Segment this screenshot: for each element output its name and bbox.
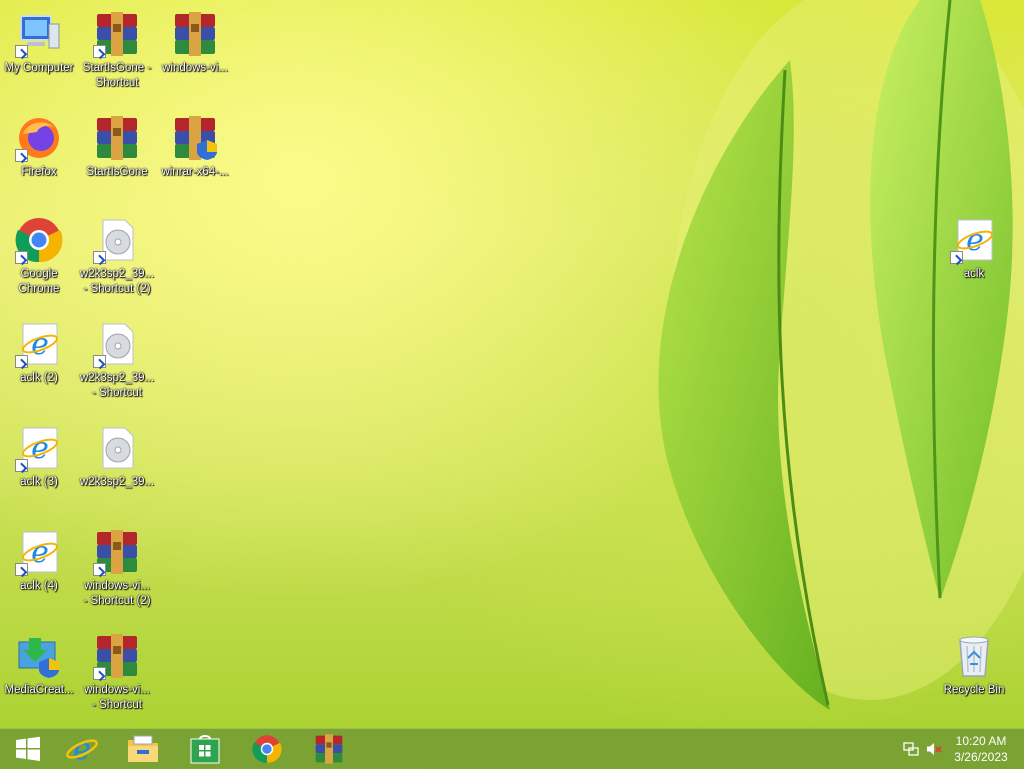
icon-label: windows-vi... - Shortcut (2): [83, 580, 151, 607]
desktop[interactable]: My Computer Firefox Google Chrome e aclk…: [0, 0, 1024, 728]
start-button[interactable]: [0, 729, 56, 769]
desktop-icon-w2k3-shortcut[interactable]: w2k3sp2_39... - Shortcut: [79, 320, 155, 401]
chrome-icon: [252, 735, 282, 763]
icon-label: winrar-x64-...: [161, 166, 229, 178]
icon-label: aclk (2): [20, 372, 58, 384]
internet-explorer-icon: e: [66, 732, 98, 766]
svg-text:e: e: [966, 223, 984, 258]
desktop-icon-aclk-2[interactable]: e aclk (2): [1, 320, 77, 386]
svg-text:e: e: [31, 431, 49, 466]
file-explorer-icon: [128, 735, 158, 762]
icon-label: MediaCreat...: [4, 684, 74, 696]
store-icon: [190, 735, 220, 764]
shortcut-arrow-icon: [93, 355, 106, 368]
volume-muted-icon: [927, 743, 942, 755]
network-button[interactable]: [900, 729, 922, 769]
taskbar-chrome[interactable]: [239, 729, 295, 769]
wallpaper-leaves: [658, 0, 1024, 710]
shortcut-arrow-icon: [93, 667, 106, 680]
icon-label: StartIsGone - Shortcut: [82, 62, 152, 89]
icon-label: windows-vi... - Shortcut: [84, 684, 150, 711]
svg-text:e: e: [73, 732, 91, 766]
icon-label: Firefox: [21, 166, 57, 178]
icon-label: aclk: [963, 268, 985, 280]
media-creation-tool-icon: [18, 638, 59, 678]
system-tray: 10:20 AM 3/26/2023: [900, 729, 1024, 769]
taskbar: e 10:20 AM 3/26/2023: [0, 728, 1024, 769]
winrar-archive-icon: [97, 116, 137, 160]
icon-label: My Computer: [4, 62, 74, 74]
desktop-icon-windows-vi[interactable]: windows-vi...: [157, 10, 233, 76]
shortcut-arrow-icon: [15, 563, 28, 576]
shortcut-arrow-icon: [15, 149, 28, 162]
shortcut-arrow-icon: [15, 355, 28, 368]
network-icon: [903, 742, 919, 756]
shortcut-arrow-icon: [15, 459, 28, 472]
desktop-icon-recycle-bin[interactable]: Recycle Bin: [936, 632, 1012, 698]
icon-label: windows-vi...: [162, 62, 228, 74]
svg-text:e: e: [31, 327, 49, 362]
desktop-icon-firefox[interactable]: Firefox: [1, 114, 77, 180]
taskbar-internet-explorer[interactable]: e: [54, 729, 110, 769]
shortcut-arrow-icon: [93, 45, 106, 58]
shortcut-arrow-icon: [93, 563, 106, 576]
desktop-icon-startisgone[interactable]: StartIsGone: [79, 114, 155, 180]
desktop-icon-windows-vi-shortcut-2[interactable]: windows-vi... - Shortcut (2): [79, 528, 155, 609]
taskbar-file-explorer[interactable]: [115, 729, 171, 769]
winrar-archive-icon: [175, 12, 215, 56]
start-icon: [16, 736, 40, 761]
icon-label: Recycle Bin: [943, 684, 1005, 696]
desktop-icon-aclk-4[interactable]: e aclk (4): [1, 528, 77, 594]
volume-button[interactable]: [922, 729, 946, 769]
desktop-icon-aclk[interactable]: e aclk: [936, 216, 1012, 282]
icon-label: w2k3sp2_39...: [79, 476, 155, 488]
recycle-bin-icon: [959, 636, 989, 677]
svg-text:e: e: [31, 535, 49, 570]
icon-label: w2k3sp2_39... - Shortcut (2): [79, 268, 155, 295]
winrar-installer-icon: [175, 116, 217, 160]
desktop-icon-aclk-3[interactable]: e aclk (3): [1, 424, 77, 490]
taskbar-store[interactable]: [177, 729, 233, 769]
desktop-icon-media-creation[interactable]: MediaCreat...: [1, 632, 77, 698]
icon-label: Google Chrome: [18, 268, 60, 295]
shortcut-arrow-icon: [93, 251, 106, 264]
desktop-icon-windows-vi-shortcut[interactable]: windows-vi... - Shortcut: [79, 632, 155, 713]
clock-date: 3/26/2023: [954, 750, 1008, 764]
shortcut-arrow-icon: [950, 251, 963, 264]
taskbar-winrar[interactable]: [301, 729, 357, 769]
icon-label: StartIsGone: [86, 166, 148, 178]
desktop-icon-my-computer[interactable]: My Computer: [1, 10, 77, 76]
desktop-icon-startisgone-shortcut[interactable]: StartIsGone - Shortcut: [79, 10, 155, 91]
icon-label: aclk (3): [20, 476, 58, 488]
taskbar-clock[interactable]: 10:20 AM 3/26/2023: [946, 733, 1016, 765]
icon-label: w2k3sp2_39... - Shortcut: [79, 372, 155, 399]
clock-time: 10:20 AM: [955, 734, 1007, 748]
desktop-icon-winrar-x64[interactable]: winrar-x64-...: [157, 114, 233, 180]
winrar-icon: [315, 734, 343, 764]
shortcut-arrow-icon: [15, 45, 28, 58]
disc-image-icon: [102, 427, 134, 469]
shortcut-arrow-icon: [15, 251, 28, 264]
desktop-icon-w2k3-shortcut-2[interactable]: w2k3sp2_39... - Shortcut (2): [79, 216, 155, 297]
icon-label: aclk (4): [20, 580, 58, 592]
desktop-icon-google-chrome[interactable]: Google Chrome: [1, 216, 77, 297]
desktop-icon-w2k3[interactable]: w2k3sp2_39...: [79, 424, 155, 490]
